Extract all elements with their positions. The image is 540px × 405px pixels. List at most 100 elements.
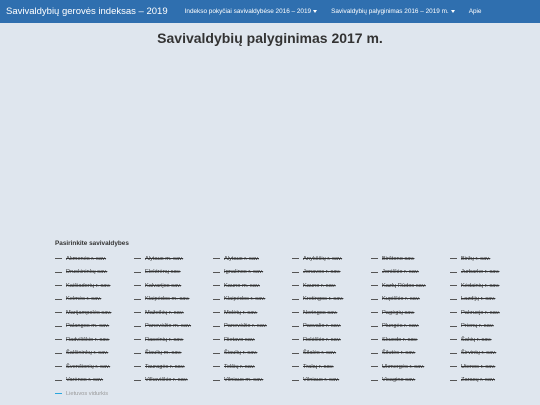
legend-item[interactable]: Vilniaus m. sav. <box>213 374 292 388</box>
legend-item[interactable]: Šakių r. sav. <box>450 333 529 347</box>
legend-item-label: Kretingos r. sav. <box>303 296 344 303</box>
legend-item[interactable]: Klaipėdos m. sav. <box>134 293 213 307</box>
legend-line-icon <box>292 339 299 341</box>
legend-item[interactable]: Lazdijų r. sav. <box>450 293 529 307</box>
legend-item-label: Raseinių r. sav. <box>145 336 184 343</box>
legend-line-icon <box>450 339 457 341</box>
legend-line-icon <box>213 325 220 327</box>
legend-item[interactable]: Neringos sav. <box>292 306 371 320</box>
legend-line-icon <box>55 312 62 314</box>
legend-item[interactable]: Skuodo r. sav. <box>371 333 450 347</box>
legend-item[interactable]: Molėtų r. sav. <box>213 306 292 320</box>
legend-item-average[interactable]: Lietuvos vidurkis <box>55 387 134 401</box>
legend-item[interactable]: Šiaulių m. sav. <box>134 347 213 361</box>
legend-item[interactable]: Klaipėdos r. sav. <box>213 293 292 307</box>
legend-item[interactable]: Ukmergės r. sav. <box>371 360 450 374</box>
legend-item[interactable]: Kauno m. sav. <box>213 279 292 293</box>
legend-item[interactable]: Kalvarijos sav. <box>134 279 213 293</box>
legend-item-label: Lietuvos vidurkis <box>66 390 109 397</box>
legend-item[interactable]: Kretingos r. sav. <box>292 293 371 307</box>
legend-item[interactable]: Kazlų Rūdos sav. <box>371 279 450 293</box>
legend-line-icon <box>55 352 62 354</box>
legend-item[interactable]: Ignalinos r. sav. <box>213 266 292 280</box>
legend-item[interactable]: Radviliškio r. sav. <box>55 333 134 347</box>
legend-item[interactable]: Raseinių r. sav. <box>134 333 213 347</box>
nav-about[interactable]: Apie <box>462 8 489 15</box>
nav-index-changes-label: Indekso pokyčiai savivaldybėse 2016 – 20… <box>184 8 312 15</box>
legend-item[interactable]: Elektrėnų sav. <box>134 266 213 280</box>
legend-item[interactable]: Telšių r. sav. <box>213 360 292 374</box>
legend-item[interactable]: Pasvalio r. sav. <box>292 320 371 334</box>
legend-item[interactable]: Pakruojo r. sav. <box>450 306 529 320</box>
legend-line-icon <box>450 312 457 314</box>
legend-line-icon <box>292 325 299 327</box>
legend-item[interactable]: Jonavos r. sav. <box>292 266 371 280</box>
legend-item[interactable]: Panevėžio r. sav. <box>213 320 292 334</box>
legend-item[interactable]: Zarasų r. sav. <box>450 374 529 388</box>
nav-index-changes[interactable]: Indekso pokyčiai savivaldybėse 2016 – 20… <box>178 8 324 15</box>
legend-item[interactable]: Visagino sav. <box>371 374 450 388</box>
legend-item[interactable]: Šilutės r. sav. <box>371 347 450 361</box>
legend-item[interactable]: Kėdainių r. sav. <box>450 279 529 293</box>
nav-comparison[interactable]: Savivaldybių palyginimas 2016 – 2019 m. <box>324 8 462 15</box>
legend-item[interactable]: Rietavo sav. <box>213 333 292 347</box>
legend-line-icon <box>55 379 62 381</box>
brand-link[interactable]: Savivaldybių gerovės indeksas – 2019 <box>6 6 168 17</box>
legend-item-label: Birštono sav. <box>382 255 415 262</box>
legend-item[interactable]: Širvintų r. sav. <box>450 347 529 361</box>
legend-item[interactable]: Plungės r. sav. <box>371 320 450 334</box>
legend-item[interactable]: Rokiškio r. sav. <box>292 333 371 347</box>
legend-item[interactable]: Švenčionių r. sav. <box>55 360 134 374</box>
legend-item[interactable]: Tauragės r. sav. <box>134 360 213 374</box>
legend-item[interactable]: Panevėžio m. sav. <box>134 320 213 334</box>
legend-item[interactable]: Kupiškio r. sav. <box>371 293 450 307</box>
legend-line-icon <box>213 271 220 273</box>
nav-about-label: Apie <box>468 8 482 15</box>
legend-line-icon <box>371 271 378 273</box>
legend-item[interactable]: Vilniaus r. sav. <box>292 374 371 388</box>
legend-line-icon <box>134 271 141 273</box>
legend-item-label: Trakų r. sav. <box>303 363 334 370</box>
legend-item-label: Telšių r. sav. <box>224 363 255 370</box>
legend-item[interactable]: Kaišiadorių r. sav. <box>55 279 134 293</box>
legend-line-icon <box>371 258 378 260</box>
legend-item[interactable]: Mažeikių r. sav. <box>134 306 213 320</box>
legend-item-label: Šilalės r. sav. <box>303 350 337 357</box>
municipality-selector: Pasirinkite savivaldybes Akmenės r. sav.… <box>55 240 525 401</box>
legend-line-icon <box>371 366 378 368</box>
legend-item[interactable]: Druskininkų sav. <box>55 266 134 280</box>
legend-item[interactable]: Palangos m. sav. <box>55 320 134 334</box>
legend-line-icon <box>292 312 299 314</box>
legend-item-label: Tauragės r. sav. <box>145 363 185 370</box>
legend-line-icon <box>134 352 141 354</box>
legend-item[interactable]: Šiaulių r. sav. <box>213 347 292 361</box>
legend-item-label: Mažeikių r. sav. <box>145 309 184 316</box>
legend-item[interactable]: Pagėgių sav. <box>371 306 450 320</box>
legend-item[interactable]: Vilkaviškio r. sav. <box>134 374 213 388</box>
legend-item[interactable]: Marijampolės sav. <box>55 306 134 320</box>
legend-item[interactable]: Kelmės r. sav. <box>55 293 134 307</box>
legend-item[interactable]: Šilalės r. sav. <box>292 347 371 361</box>
legend-item-label: Kauno m. sav. <box>224 282 260 289</box>
legend-item[interactable]: Kauno r. sav. <box>292 279 371 293</box>
legend-item[interactable]: Jurbarko r. sav. <box>450 266 529 280</box>
legend-line-icon <box>134 312 141 314</box>
legend-item[interactable]: Utenos r. sav. <box>450 360 529 374</box>
legend-item[interactable]: Birštono sav. <box>371 252 450 266</box>
legend-item[interactable]: Alytaus r. sav. <box>213 252 292 266</box>
legend-item-label: Rietavo sav. <box>224 336 255 343</box>
legend-item-label: Varėnos r. sav. <box>66 377 104 384</box>
legend-item[interactable]: Varėnos r. sav. <box>55 374 134 388</box>
legend-item-label: Molėtų r. sav. <box>224 309 258 316</box>
legend-item[interactable]: Biržų r. sav. <box>450 252 529 266</box>
legend-line-icon <box>292 285 299 287</box>
legend-item[interactable]: Šalčininkų r. sav. <box>55 347 134 361</box>
legend-item[interactable]: Anykščių r. sav. <box>292 252 371 266</box>
legend-item[interactable]: Alytaus m. sav. <box>134 252 213 266</box>
legend-item[interactable]: Prienų r. sav. <box>450 320 529 334</box>
legend-item[interactable]: Joniškio r. sav. <box>371 266 450 280</box>
legend-item[interactable]: Trakų r. sav. <box>292 360 371 374</box>
legend-item[interactable]: Akmenės r. sav. <box>55 252 134 266</box>
legend-item-label: Elektrėnų sav. <box>145 269 181 276</box>
legend-line-icon <box>292 352 299 354</box>
